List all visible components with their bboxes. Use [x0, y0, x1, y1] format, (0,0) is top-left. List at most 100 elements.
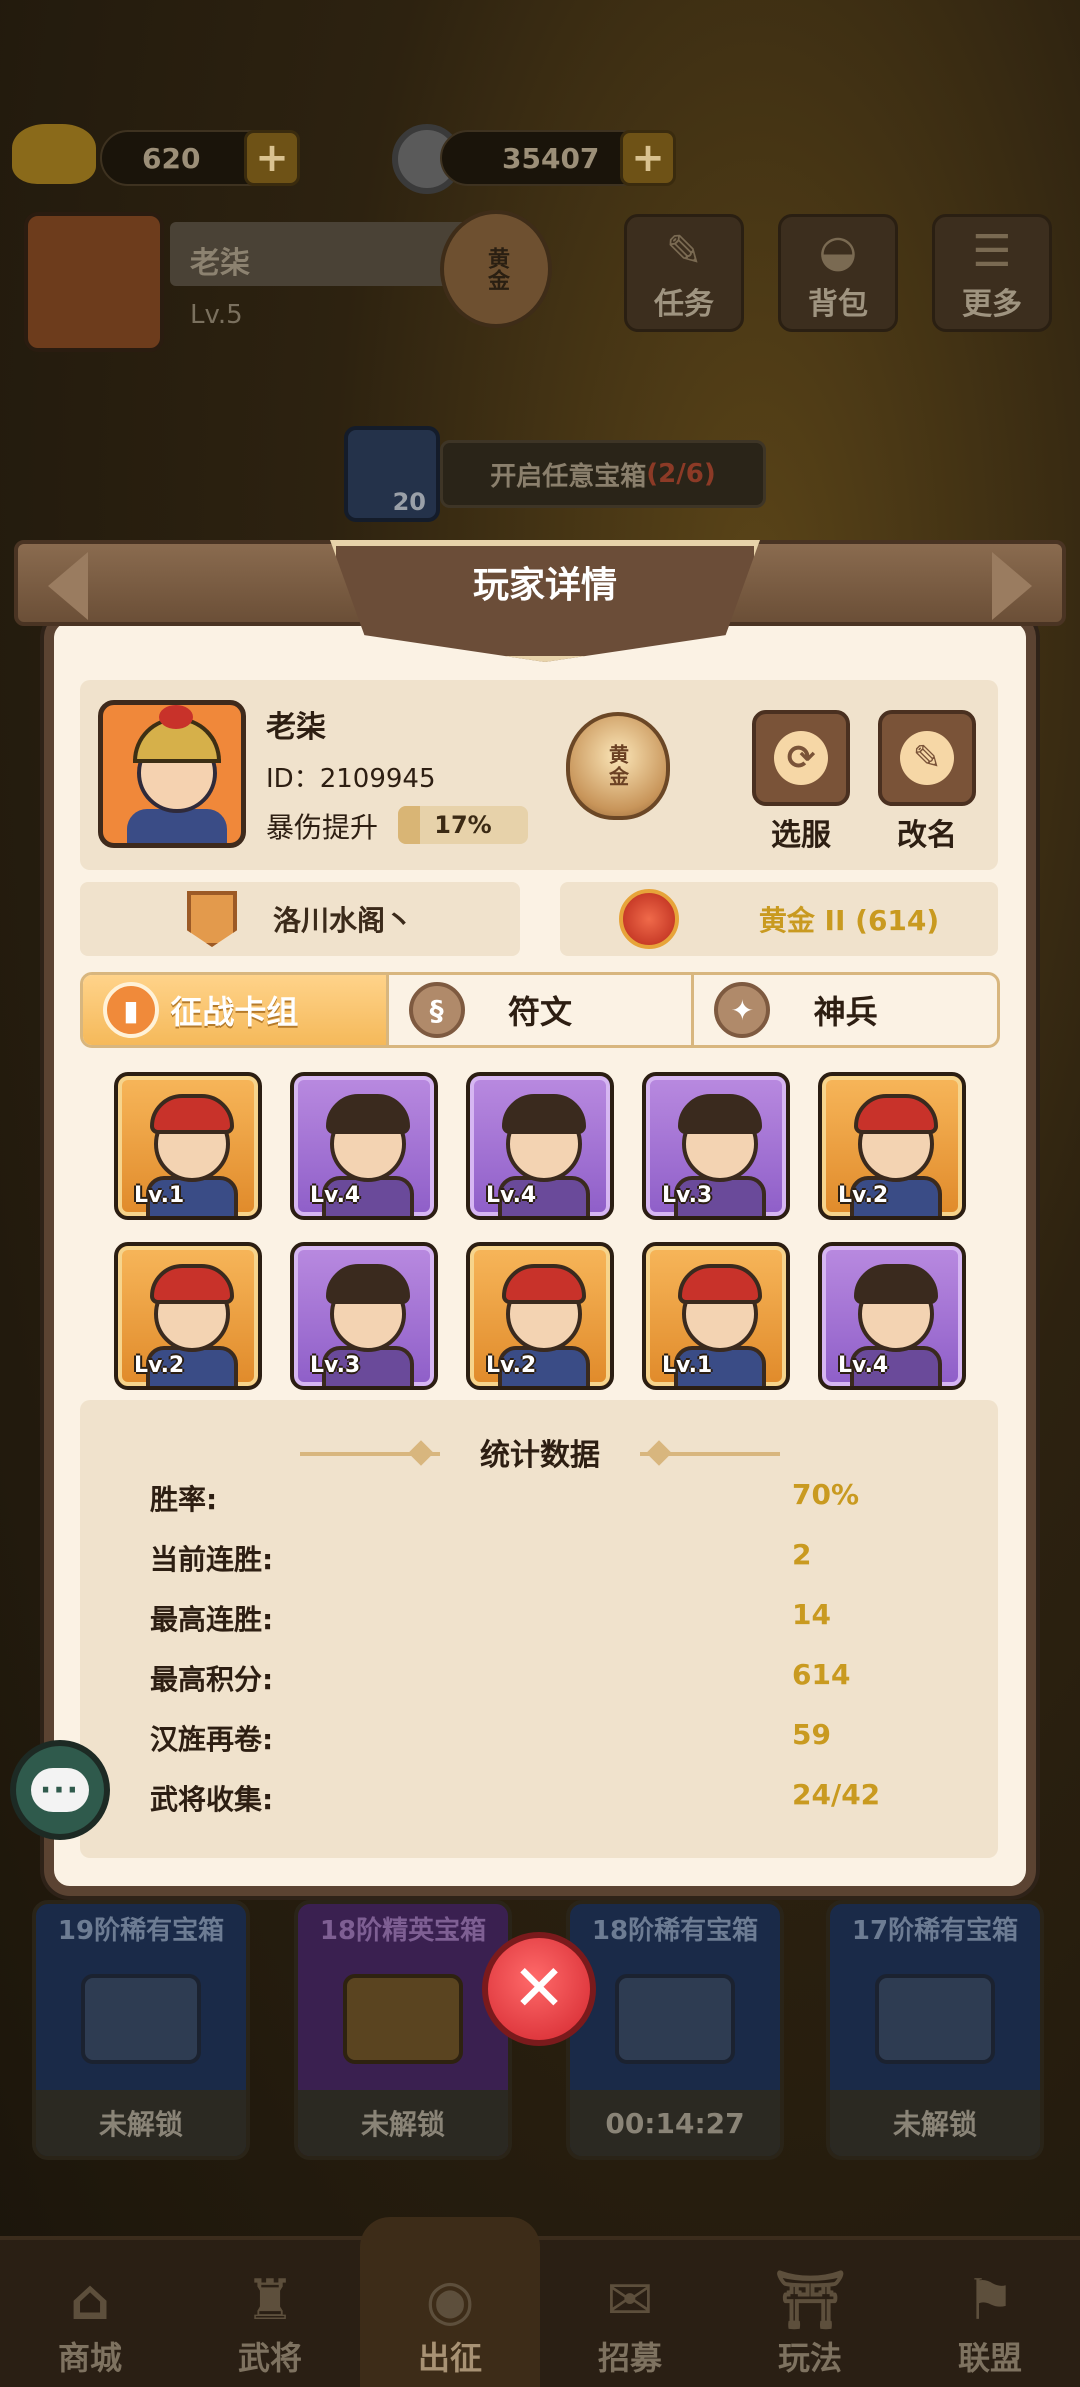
hero-card-level: Lv.3: [310, 1353, 361, 1378]
stat-row: 胜率: 70%: [94, 1468, 984, 1522]
hero-portrait-hair: [854, 1094, 938, 1134]
open-chest-task-progress: (2/6): [646, 459, 716, 489]
league-bar[interactable]: 黄金 II (614): [560, 882, 998, 956]
hero-portrait-hair: [854, 1264, 938, 1304]
chat-bubble-icon: ···: [31, 1768, 89, 1812]
nav-shop-label: 商城: [57, 2339, 122, 2377]
rename-button[interactable]: ✎: [878, 710, 976, 806]
hud-rank-text: 黄金: [484, 247, 509, 291]
nav-generals[interactable]: ♜ 武将: [180, 2237, 360, 2387]
stat-label: 最高连胜:: [150, 1603, 274, 1636]
hud-rank-badge[interactable]: 黄金: [440, 210, 552, 328]
battle-icon: ◉: [425, 2268, 475, 2333]
add-gold-button[interactable]: +: [244, 130, 300, 186]
flag-icon: ⚑: [964, 2268, 1016, 2333]
chest-card-stack[interactable]: 20: [344, 426, 440, 522]
helmet-icon: ♜: [244, 2268, 296, 2333]
open-chest-task-label: 开启任意宝箱: [490, 461, 647, 492]
hero-card-level: Lv.4: [838, 1353, 889, 1378]
stat-label: 当前连胜:: [150, 1543, 274, 1576]
gold-ingot-icon: [12, 124, 96, 184]
nav-alliance[interactable]: ⚑ 联盟: [900, 2237, 1080, 2387]
tab-divine-weapons[interactable]: ✦ 神兵: [691, 975, 997, 1045]
stat-value: 14: [792, 1598, 831, 1631]
hero-card[interactable]: Lv.2: [818, 1072, 966, 1220]
rank-badge-text: 黄金: [605, 744, 630, 788]
hero-card-level: Lv.2: [838, 1183, 889, 1208]
hero-card-level: Lv.2: [486, 1353, 537, 1378]
nav-modes[interactable]: ⛩ 玩法: [720, 2237, 900, 2387]
hero-card[interactable]: Lv.4: [466, 1072, 614, 1220]
stat-row: 最高连胜: 14: [94, 1588, 984, 1642]
hero-portrait-hair: [678, 1094, 762, 1134]
hero-card-level: Lv.4: [486, 1183, 537, 1208]
chest-slot-4[interactable]: 17阶稀有宝箱 未解锁: [826, 1900, 1044, 2160]
hero-card-level: Lv.1: [134, 1183, 185, 1208]
add-coin-button[interactable]: +: [620, 130, 676, 186]
stat-row: 最高积分: 614: [94, 1648, 984, 1702]
scroll-icon: ✎: [665, 226, 703, 277]
nav-recruit-label: 招募: [597, 2339, 662, 2377]
chest-slot-2-title: 18阶精英宝箱: [319, 1916, 487, 1946]
hero-card[interactable]: Lv.4: [290, 1072, 438, 1220]
nav-battle[interactable]: ◉ 出征: [360, 2217, 540, 2387]
league-medal-icon: [618, 889, 679, 949]
chest-slot-3-status: 00:14:27: [570, 2090, 780, 2156]
nav-recruit[interactable]: ✉ 招募: [540, 2237, 720, 2387]
chest-card-count: 20: [392, 488, 426, 516]
chest-icon: [343, 1974, 463, 2064]
chest-slot-1[interactable]: 19阶稀有宝箱 未解锁: [32, 1900, 250, 2160]
guild-bar[interactable]: 洛川水阁丶: [80, 882, 520, 956]
rune-icon: §: [408, 982, 465, 1038]
hero-card[interactable]: Lv.1: [114, 1072, 262, 1220]
hero-card[interactable]: Lv.3: [642, 1072, 790, 1220]
right-arrow-decor: [992, 552, 1032, 620]
tab-runes-label: 符文: [508, 993, 573, 1031]
hud-avatar[interactable]: [24, 212, 164, 352]
select-server-button[interactable]: ⟳: [752, 710, 850, 806]
hero-card[interactable]: Lv.4: [818, 1242, 966, 1390]
stat-label: 汉旌再卷:: [150, 1723, 274, 1756]
task-label: 任务: [654, 287, 714, 322]
more-label: 更多: [962, 287, 1022, 322]
chest-slot-4-status: 未解锁: [830, 2090, 1040, 2156]
hero-card[interactable]: Lv.3: [290, 1242, 438, 1390]
tab-runes[interactable]: § 符文: [385, 975, 692, 1045]
bag-icon: ◒: [818, 226, 858, 277]
rename-label: 改名: [897, 818, 957, 853]
left-arrow-decor: [48, 552, 88, 620]
chest-slot-1-status: 未解锁: [36, 2090, 246, 2156]
close-button[interactable]: ✕: [482, 1932, 596, 2046]
crit-damage-value: 17%: [434, 811, 492, 839]
bag-label: 背包: [808, 287, 868, 322]
crit-damage-label: 暴伤提升: [266, 811, 379, 844]
player-avatar: [98, 700, 246, 848]
refresh-icon: ⟳: [774, 731, 828, 785]
chest-slot-2[interactable]: 18阶精英宝箱 未解锁: [294, 1900, 512, 2160]
chest-icon: [81, 1974, 201, 2064]
hero-portrait-hair: [502, 1094, 586, 1134]
stat-row: 当前连胜: 2: [94, 1528, 984, 1582]
modal-title: 玩家详情: [472, 565, 617, 606]
close-x-icon: ✕: [512, 1952, 566, 2026]
chest-icon: [875, 1974, 995, 2064]
hero-card[interactable]: Lv.1: [642, 1242, 790, 1390]
chat-button[interactable]: ···: [10, 1740, 110, 1840]
guild-shield-icon: [186, 891, 237, 947]
player-name: 老柒: [266, 710, 326, 745]
hero-card[interactable]: Lv.2: [114, 1242, 262, 1390]
chest-icon: [615, 1974, 735, 2064]
nav-generals-label: 武将: [237, 2339, 302, 2377]
hero-card[interactable]: Lv.2: [466, 1242, 614, 1390]
tab-battle-deck-label: 征战卡组: [170, 993, 299, 1031]
chest-slot-3[interactable]: 18阶稀有宝箱 00:14:27: [566, 1900, 784, 2160]
nav-shop[interactable]: ⌂ 商城: [0, 2237, 180, 2387]
hud-player-name: 老柒: [190, 246, 250, 281]
hero-portrait-hair: [150, 1264, 234, 1304]
bag-button[interactable]: ◒ 背包: [778, 214, 898, 332]
more-button[interactable]: ☰ 更多: [932, 214, 1052, 332]
nav-modes-label: 玩法: [777, 2339, 842, 2377]
task-button[interactable]: ✎ 任务: [624, 214, 744, 332]
open-chest-task-bar[interactable]: 开启任意宝箱 (2/6): [440, 440, 766, 508]
tab-battle-deck[interactable]: ▮ 征战卡组: [83, 975, 386, 1045]
